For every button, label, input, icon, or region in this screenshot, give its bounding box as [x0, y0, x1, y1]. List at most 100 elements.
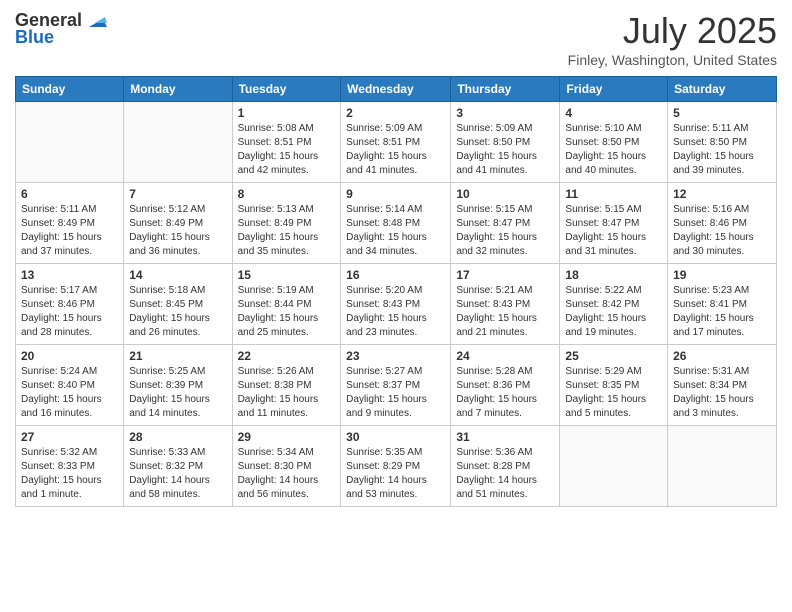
cell-content-line: Sunset: 8:43 PM: [346, 298, 445, 312]
cell-content-line: Sunset: 8:51 PM: [346, 136, 445, 150]
cell-content-line: and 21 minutes.: [456, 326, 554, 340]
calendar-cell: 8Sunrise: 5:13 AMSunset: 8:49 PMDaylight…: [232, 183, 341, 264]
cell-content-line: Daylight: 15 hours: [456, 312, 554, 326]
day-number: 12: [673, 187, 771, 201]
cell-content-line: Daylight: 14 hours: [456, 474, 554, 488]
cell-content-line: Sunset: 8:39 PM: [129, 379, 226, 393]
cell-content-line: Sunrise: 5:18 AM: [129, 284, 226, 298]
day-number: 30: [346, 430, 445, 444]
cell-content-line: Daylight: 15 hours: [238, 231, 336, 245]
title-block: July 2025 Finley, Washington, United Sta…: [568, 10, 777, 68]
day-number: 15: [238, 268, 336, 282]
weekday-header-sunday: Sunday: [16, 77, 124, 102]
cell-content-line: and 9 minutes.: [346, 407, 445, 421]
cell-content-line: Daylight: 15 hours: [238, 150, 336, 164]
day-number: 28: [129, 430, 226, 444]
calendar-cell: 23Sunrise: 5:27 AMSunset: 8:37 PMDayligh…: [341, 345, 451, 426]
weekday-header-thursday: Thursday: [451, 77, 560, 102]
calendar-cell: 17Sunrise: 5:21 AMSunset: 8:43 PMDayligh…: [451, 264, 560, 345]
cell-content-line: and 35 minutes.: [238, 245, 336, 259]
day-number: 13: [21, 268, 118, 282]
week-row-4: 20Sunrise: 5:24 AMSunset: 8:40 PMDayligh…: [16, 345, 777, 426]
cell-content-line: Daylight: 15 hours: [21, 474, 118, 488]
cell-content-line: Sunrise: 5:21 AM: [456, 284, 554, 298]
cell-content-line: Sunset: 8:51 PM: [238, 136, 336, 150]
header: General Blue July 2025 Finley, Washingto…: [15, 10, 777, 68]
day-number: 21: [129, 349, 226, 363]
day-number: 3: [456, 106, 554, 120]
cell-content-line: Sunrise: 5:29 AM: [565, 365, 662, 379]
cell-content-line: Sunrise: 5:28 AM: [456, 365, 554, 379]
week-row-2: 6Sunrise: 5:11 AMSunset: 8:49 PMDaylight…: [16, 183, 777, 264]
cell-content-line: Sunrise: 5:15 AM: [456, 203, 554, 217]
cell-content-line: Sunset: 8:28 PM: [456, 460, 554, 474]
cell-content-line: Sunrise: 5:22 AM: [565, 284, 662, 298]
cell-content-line: Sunrise: 5:13 AM: [238, 203, 336, 217]
calendar-cell: 31 Sunrise: 5:36 AMSunset: 8:28 PMDayligh…: [451, 426, 560, 507]
cell-content-line: Sunrise: 5:20 AM: [346, 284, 445, 298]
cell-content-line: Daylight: 15 hours: [21, 312, 118, 326]
day-number: 14: [129, 268, 226, 282]
cell-content-line: Daylight: 15 hours: [346, 150, 445, 164]
cell-content-line: Sunset: 8:47 PM: [456, 217, 554, 231]
cell-content-line: Sunset: 8:46 PM: [21, 298, 118, 312]
cell-content-line: Daylight: 15 hours: [673, 393, 771, 407]
logo: General Blue: [15, 10, 107, 48]
cell-content-line: Daylight: 15 hours: [129, 393, 226, 407]
day-number: 31: [456, 430, 554, 444]
logo-icon: [85, 9, 107, 31]
cell-content-line: and 23 minutes.: [346, 326, 445, 340]
cell-content-line: Daylight: 15 hours: [456, 393, 554, 407]
calendar-cell: 18Sunrise: 5:22 AMSunset: 8:42 PMDayligh…: [560, 264, 668, 345]
cell-content-line: Sunset: 8:36 PM: [456, 379, 554, 393]
cell-content-line: Sunset: 8:30 PM: [238, 460, 336, 474]
cell-content-line: Sunrise: 5:25 AM: [129, 365, 226, 379]
weekday-header-wednesday: Wednesday: [341, 77, 451, 102]
cell-content-line: Sunrise: 5:23 AM: [673, 284, 771, 298]
calendar-cell: 12Sunrise: 5:16 AMSunset: 8:46 PMDayligh…: [668, 183, 777, 264]
cell-content-line: Sunrise: 5:10 AM: [565, 122, 662, 136]
cell-content-line: Sunrise: 5:34 AM: [238, 446, 336, 460]
cell-content-line: Sunset: 8:50 PM: [456, 136, 554, 150]
calendar-cell: [668, 426, 777, 507]
cell-content-line: and 31 minutes.: [565, 245, 662, 259]
cell-content-line: and 28 minutes.: [21, 326, 118, 340]
cell-content-line: Sunset: 8:46 PM: [673, 217, 771, 231]
day-number: 11: [565, 187, 662, 201]
page: General Blue July 2025 Finley, Washingto…: [0, 0, 792, 612]
day-number: 22: [238, 349, 336, 363]
calendar-cell: 5Sunrise: 5:11 AMSunset: 8:50 PMDaylight…: [668, 102, 777, 183]
cell-content-line: Sunset: 8:37 PM: [346, 379, 445, 393]
day-number: 4: [565, 106, 662, 120]
day-number: 8: [238, 187, 336, 201]
cell-content-line: Daylight: 15 hours: [673, 150, 771, 164]
day-number: 5: [673, 106, 771, 120]
calendar-cell: 24 Sunrise: 5:28 AMSunset: 8:36 PMDayligh…: [451, 345, 560, 426]
cell-content-line: and 58 minutes.: [129, 488, 226, 502]
cell-content-line: and 53 minutes.: [346, 488, 445, 502]
cell-content-line: Daylight: 15 hours: [565, 231, 662, 245]
day-number: 2: [346, 106, 445, 120]
cell-content-line: Sunset: 8:50 PM: [565, 136, 662, 150]
day-number: 27: [21, 430, 118, 444]
day-number: 6: [21, 187, 118, 201]
cell-content-line: Daylight: 14 hours: [238, 474, 336, 488]
calendar-cell: 20Sunrise: 5:24 AMSunset: 8:40 PMDayligh…: [16, 345, 124, 426]
day-number: 1: [238, 106, 336, 120]
cell-content-line: and 40 minutes.: [565, 164, 662, 178]
cell-content-line: Sunrise: 5:36 AM: [456, 446, 554, 460]
calendar-cell: 27Sunrise: 5:32 AMSunset: 8:33 PMDayligh…: [16, 426, 124, 507]
cell-content-line: Sunset: 8:41 PM: [673, 298, 771, 312]
month-title: July 2025: [568, 10, 777, 52]
cell-content-line: and 41 minutes.: [346, 164, 445, 178]
cell-content-line: Sunset: 8:47 PM: [565, 217, 662, 231]
weekday-header-row: SundayMondayTuesdayWednesdayThursdayFrid…: [16, 77, 777, 102]
week-row-1: 1Sunrise: 5:08 AMSunset: 8:51 PMDaylight…: [16, 102, 777, 183]
weekday-header-saturday: Saturday: [668, 77, 777, 102]
calendar-cell: [124, 102, 232, 183]
cell-content-line: Daylight: 15 hours: [565, 393, 662, 407]
cell-content-line: Sunrise: 5:09 AM: [456, 122, 554, 136]
cell-content-line: Daylight: 15 hours: [673, 312, 771, 326]
day-number: 24: [456, 349, 554, 363]
cell-content-line: and 14 minutes.: [129, 407, 226, 421]
